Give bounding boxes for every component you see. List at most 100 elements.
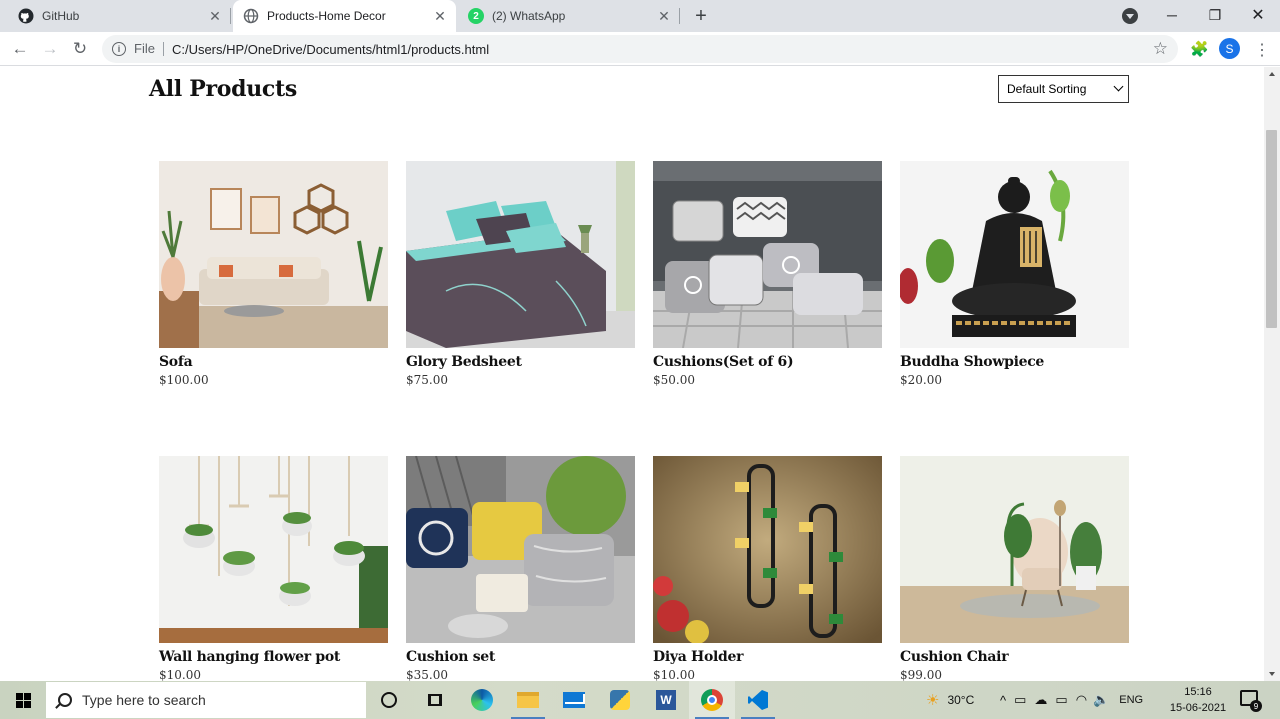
product-image-buddha[interactable] (900, 161, 1129, 348)
more-menu-icon[interactable]: ⋮ (1254, 40, 1270, 60)
tray-icons: ^ ▭ ☁ ▭ ◠ 🔈 ENG (1000, 681, 1143, 719)
forward-icon[interactable]: → (37, 36, 63, 62)
meet-now-icon[interactable]: ▭ (1014, 692, 1026, 708)
product-name[interactable]: Glory Bedsheet (406, 354, 635, 370)
tab-products[interactable]: Products-Home Decor ✕ (233, 0, 456, 32)
restore-button[interactable]: ❐ (1193, 0, 1237, 30)
clock-time: 15:16 (1184, 686, 1212, 698)
volume-icon[interactable]: 🔈 (1093, 692, 1109, 708)
close-tab-icon[interactable]: ✕ (430, 6, 450, 26)
python-app[interactable] (597, 681, 643, 719)
product-image-diya-holder[interactable] (653, 456, 882, 643)
product-image-sofa[interactable] (159, 161, 388, 348)
vscode-app[interactable] (735, 681, 781, 719)
product-price: $50.00 (653, 373, 695, 387)
product-name[interactable]: Cushions(Set of 6) (653, 354, 882, 370)
scroll-down-icon[interactable] (1269, 672, 1275, 676)
task-view-button[interactable] (412, 681, 458, 719)
mail-app[interactable] (551, 681, 597, 719)
cortana-button[interactable] (366, 681, 412, 719)
edge-icon (471, 689, 493, 711)
task-view-icon (428, 694, 442, 706)
scroll-thumb[interactable] (1266, 130, 1277, 328)
url-text[interactable]: C:/Users/HP/OneDrive/Documents/html1/pro… (172, 42, 489, 57)
product-card[interactable]: Cushion Chair $99.00 (900, 456, 1129, 681)
info-icon[interactable]: i (112, 42, 126, 56)
wifi-icon[interactable]: ◠ (1076, 692, 1087, 708)
start-button[interactable] (0, 681, 46, 719)
product-card[interactable]: Sofa $100.00 (159, 161, 388, 387)
tab-title: Products-Home Decor (267, 9, 386, 23)
tab-title: GitHub (42, 9, 80, 23)
taskbar-clock[interactable]: 15:16 15-06-2021 (1166, 684, 1230, 716)
taskbar-search[interactable]: Type here to search (46, 682, 366, 718)
product-card[interactable]: Wall hanging flower pot $10.00 (159, 456, 388, 681)
product-card[interactable]: Cushions(Set of 6) $50.00 (653, 161, 882, 387)
sort-selected-value: Default Sorting (1007, 82, 1087, 96)
chrome-app[interactable] (689, 681, 735, 719)
product-name[interactable]: Buddha Showpiece (900, 354, 1129, 370)
chevron-up-icon[interactable]: ^ (1000, 693, 1006, 708)
extensions-puzzle-icon[interactable]: 🧩 (1190, 40, 1209, 58)
scroll-up-icon[interactable] (1269, 72, 1275, 76)
weather-icon: ☀ (926, 692, 940, 709)
tab-whatsapp[interactable]: 2 (2) WhatsApp ✕ (458, 0, 680, 32)
folder-icon (517, 692, 539, 708)
reload-icon[interactable]: ↻ (67, 36, 93, 62)
windows-taskbar: Type here to search W ☀ 30°C ^ ▭ ☁ ▭ ◠ 🔈… (0, 681, 1280, 719)
browser-toolbar: ← → ↻ i File C:/Users/HP/OneDrive/Docume… (0, 32, 1280, 66)
language-indicator[interactable]: ENG (1119, 694, 1143, 706)
product-image-bedsheet[interactable] (406, 161, 635, 348)
product-name[interactable]: Sofa (159, 354, 388, 370)
mail-icon (563, 692, 585, 708)
close-tab-icon[interactable]: ✕ (654, 6, 674, 26)
weather-temp: 30°C (947, 693, 975, 707)
page-scrollbar[interactable] (1264, 67, 1280, 681)
product-card[interactable]: Buddha Showpiece $20.00 (900, 161, 1129, 387)
battery-icon[interactable]: ▭ (1055, 692, 1067, 708)
product-image-cushion-chair[interactable] (900, 456, 1129, 643)
file-explorer-app[interactable] (505, 681, 551, 719)
onedrive-icon[interactable]: ☁ (1034, 692, 1047, 708)
product-name[interactable]: Wall hanging flower pot (159, 649, 388, 665)
back-icon[interactable]: ← (7, 36, 33, 62)
address-bar[interactable]: i File C:/Users/HP/OneDrive/Documents/ht… (102, 35, 1178, 63)
product-name[interactable]: Cushion set (406, 649, 635, 665)
notification-count: 9 (1250, 700, 1262, 712)
globe-icon (243, 8, 259, 24)
product-price: $10.00 (653, 668, 695, 681)
profile-avatar[interactable]: S (1219, 38, 1240, 59)
whatsapp-icon: 2 (468, 8, 484, 24)
sort-dropdown[interactable]: Default Sorting (998, 75, 1129, 103)
product-image-flower-pot[interactable] (159, 456, 388, 643)
tab-github[interactable]: GitHub ✕ (0, 0, 231, 32)
word-icon: W (656, 690, 676, 710)
minimize-button[interactable]: ─ (1150, 0, 1194, 30)
product-card[interactable]: Cushion set $35.00 (406, 456, 635, 681)
product-image-cushion-set[interactable] (406, 456, 635, 643)
product-card[interactable]: Diya Holder $10.00 (653, 456, 882, 681)
weather-widget[interactable]: ☀ 30°C (926, 681, 974, 719)
close-window-button[interactable]: ✕ (1236, 0, 1280, 30)
product-name[interactable]: Diya Holder (653, 649, 882, 665)
chevron-down-icon (1113, 81, 1124, 92)
search-icon (58, 693, 72, 707)
chrome-icon (701, 689, 723, 711)
vscode-icon (748, 690, 768, 710)
page-viewport: All Products Default Sorting Sofa $100.0… (0, 67, 1264, 681)
cortana-icon (381, 692, 397, 708)
windows-logo-icon (15, 692, 31, 708)
page-title: All Products (149, 76, 297, 102)
product-price: $75.00 (406, 373, 448, 387)
product-card[interactable]: Glory Bedsheet $75.00 (406, 161, 635, 387)
tab-search-icon[interactable] (1122, 8, 1138, 24)
close-tab-icon[interactable]: ✕ (205, 6, 225, 26)
github-icon (18, 8, 34, 24)
word-app[interactable]: W (643, 681, 689, 719)
product-image-cushions[interactable] (653, 161, 882, 348)
product-price: $100.00 (159, 373, 209, 387)
edge-app[interactable] (459, 681, 505, 719)
new-tab-button[interactable]: + (688, 4, 714, 28)
bookmark-star-icon[interactable]: ☆ (1153, 39, 1168, 59)
product-name[interactable]: Cushion Chair (900, 649, 1129, 665)
